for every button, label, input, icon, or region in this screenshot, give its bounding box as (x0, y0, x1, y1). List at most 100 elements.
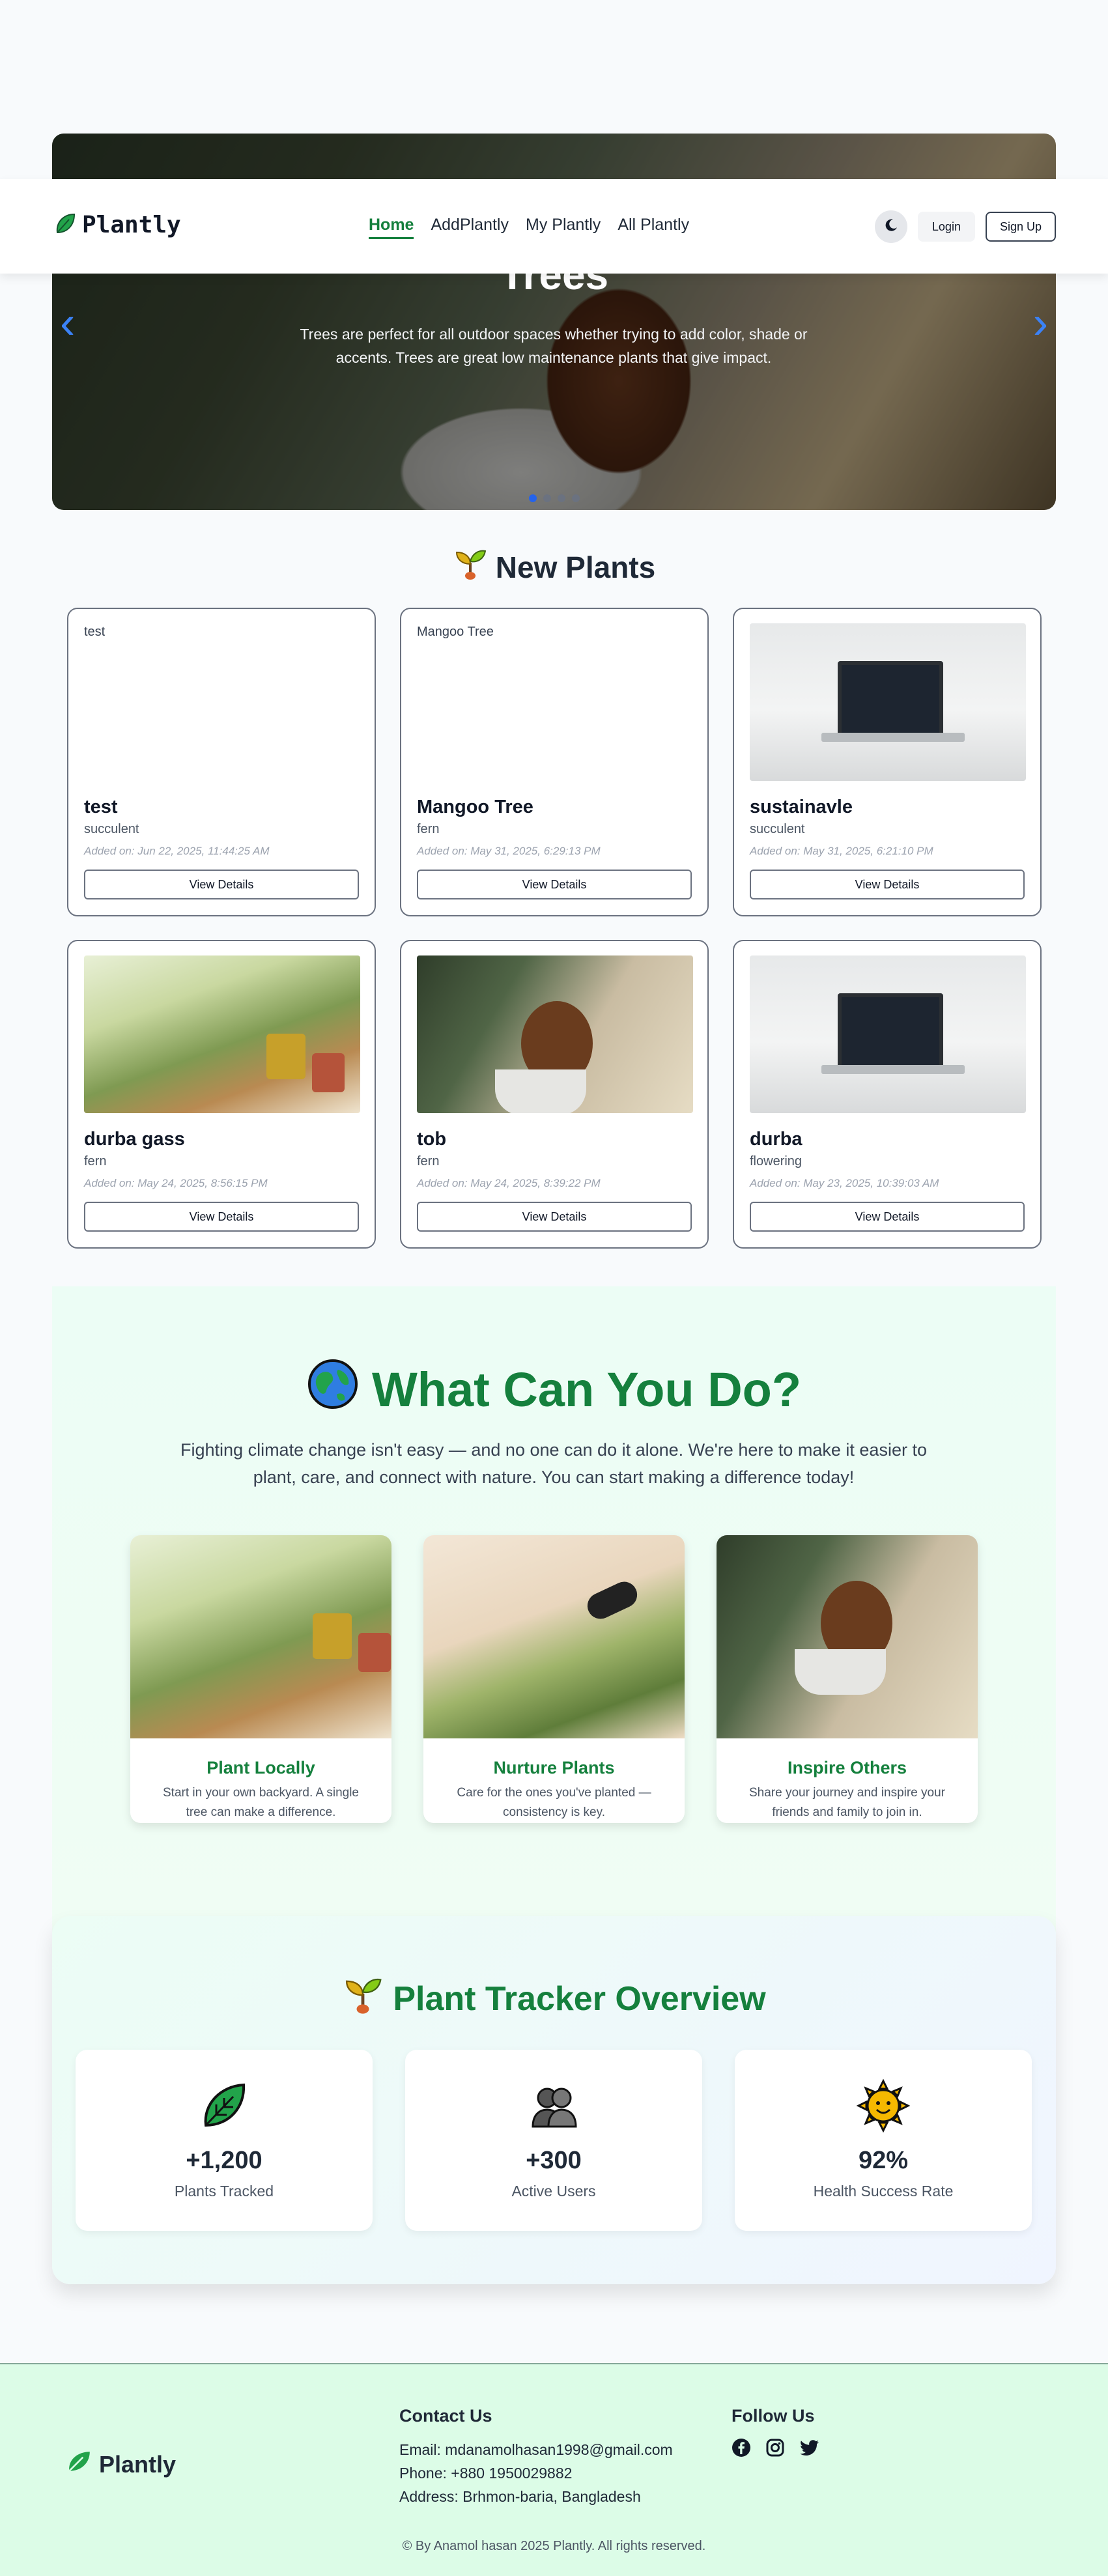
facebook-icon[interactable] (732, 2438, 751, 2461)
plant-type: succulent (84, 822, 139, 836)
stat-label: Health Success Rate (813, 2183, 954, 2200)
plant-date: Added on: May 31, 2025, 6:21:10 PM (750, 845, 933, 857)
section-title: Plant Tracker Overview (393, 1979, 766, 2018)
view-details-button[interactable]: View Details (750, 1202, 1025, 1232)
plant-date: Added on: May 31, 2025, 6:29:13 PM (417, 845, 601, 857)
stat-value: +1,200 (186, 2147, 263, 2174)
plant-type: fern (417, 1154, 440, 1168)
footer-brand[interactable]: Plantly (65, 2448, 176, 2481)
action-image (717, 1535, 978, 1738)
login-button[interactable]: Login (917, 212, 975, 242)
action-title: Nurture Plants (493, 1758, 615, 1777)
action-title: Inspire Others (787, 1758, 907, 1777)
view-details-button[interactable]: View Details (84, 1202, 359, 1232)
sun-icon (856, 2078, 911, 2136)
plant-date: Added on: May 24, 2025, 8:56:15 PM (84, 1177, 268, 1189)
plant-image-broken: Mangoo Tree (417, 625, 494, 639)
what-can-you-do-heading: What Can You Do? (52, 1358, 1056, 1421)
signup-button[interactable]: Sign Up (985, 212, 1056, 242)
stat-card: 92% Health Success Rate (735, 2050, 1032, 2231)
copyright-text: © By Anamol hasan 2025 Plantly. All righ… (402, 2539, 706, 2553)
nav-link-add-plantly[interactable]: AddPlantly (431, 216, 509, 239)
leaf-icon (52, 210, 78, 240)
action-description: Care for the ones you've planted — consi… (457, 1786, 651, 1819)
action-description: Share your journey and inspire your frie… (748, 1786, 945, 1819)
section-title: What Can You Do? (371, 1363, 802, 1417)
nav-actions: Login Sign Up (874, 210, 1056, 243)
carousel-dots (52, 494, 1056, 502)
stat-label: Active Users (511, 2183, 596, 2200)
seedling-icon (453, 546, 488, 588)
section-title: New Plants (495, 550, 656, 584)
brand-logo[interactable]: Plantly (52, 210, 181, 240)
plant-image-broken: test (84, 625, 106, 639)
stat-card: +300 Active Users (405, 2050, 702, 2231)
view-details-button[interactable]: View Details (84, 870, 359, 899)
contact-email: Email: mdanamolhasan1998@gmail.com (399, 2441, 673, 2458)
plant-name: tob (417, 1129, 447, 1150)
footer-brand-name: Plantly (99, 2450, 177, 2478)
plant-date: Added on: May 23, 2025, 10:39:03 AM (750, 1177, 939, 1189)
footer-contact: Contact Us Email: mdanamolhasan1998@gmai… (399, 2406, 673, 2508)
brand-name: Plantly (82, 212, 181, 238)
leaf-icon (197, 2083, 251, 2136)
plant-date: Added on: May 24, 2025, 8:39:22 PM (417, 1177, 601, 1189)
view-details-button[interactable]: View Details (750, 870, 1025, 899)
plant-tracker-section: Plant Tracker Overview +1,200 Plants Tra… (52, 1916, 1056, 2284)
instagram-icon[interactable] (765, 2438, 785, 2461)
footer-follow: Follow Us (732, 2406, 820, 2461)
hero-description: Trees are perfect for all outdoor spaces… (300, 326, 808, 366)
users-icon (526, 2088, 581, 2136)
plant-name: durba gass (84, 1129, 185, 1150)
plant-card: tob fern Added on: May 24, 2025, 8:39:22… (400, 940, 709, 1249)
view-details-button[interactable]: View Details (417, 870, 692, 899)
plant-card: test test succulent Added on: Jun 22, 20… (67, 608, 376, 916)
plant-image (750, 623, 1026, 781)
carousel-dot[interactable] (543, 494, 551, 502)
carousel-dot[interactable] (528, 494, 537, 502)
moon-icon (883, 218, 899, 236)
carousel-dot[interactable] (557, 494, 565, 502)
contact-address: Address: Brhmon-baria, Bangladesh (399, 2488, 641, 2505)
nav-links: Home AddPlantly My Plantly All Plantly (369, 216, 689, 239)
plant-card: Mangoo Tree Mangoo Tree fern Added on: M… (400, 608, 709, 916)
social-links (732, 2438, 820, 2461)
new-plants-heading: New Plants (0, 546, 1108, 588)
action-card: Plant Locally Start in your own backyard… (130, 1535, 391, 1823)
plant-image (84, 955, 360, 1113)
stat-label: Plants Tracked (174, 2183, 274, 2200)
plant-type: succulent (750, 822, 805, 836)
view-details-button[interactable]: View Details (417, 1202, 692, 1232)
contact-heading: Contact Us (399, 2406, 492, 2426)
plant-name: test (84, 797, 118, 817)
theme-toggle-button[interactable] (874, 210, 907, 243)
plant-image (750, 955, 1026, 1113)
action-image (423, 1535, 685, 1738)
plant-name: Mangoo Tree (417, 797, 533, 817)
stat-card: +1,200 Plants Tracked (76, 2050, 373, 2231)
carousel-next-arrow-icon[interactable]: › (1033, 300, 1048, 345)
carousel-dot[interactable] (571, 494, 580, 502)
carousel-prev-arrow-icon[interactable]: ‹ (60, 300, 75, 345)
footer: Plantly Contact Us Email: mdanamolhasan1… (0, 2363, 1108, 2576)
navbar: Plantly Home AddPlantly My Plantly All P… (0, 179, 1108, 274)
plant-type: fern (84, 1154, 107, 1168)
action-description: Start in your own backyard. A single tre… (163, 1786, 359, 1819)
action-title: Plant Locally (206, 1758, 315, 1777)
stat-value: 92% (858, 2147, 909, 2174)
action-card: Nurture Plants Care for the ones you've … (423, 1535, 685, 1823)
plant-type: flowering (750, 1154, 803, 1168)
nav-link-my-plantly[interactable]: My Plantly (526, 216, 601, 239)
follow-heading: Follow Us (732, 2406, 815, 2426)
what-can-you-do-description: Fighting climate change isn't easy — and… (180, 1440, 927, 1487)
nav-link-all-plantly[interactable]: All Plantly (618, 216, 689, 239)
plant-name: durba (750, 1129, 803, 1150)
plant-type: fern (417, 822, 440, 836)
plant-image (417, 955, 693, 1113)
plant-date: Added on: Jun 22, 2025, 11:44:25 AM (84, 845, 270, 857)
action-card: Inspire Others Share your journey and in… (717, 1535, 978, 1823)
plant-card: durba gass fern Added on: May 24, 2025, … (67, 940, 376, 1249)
twitter-icon[interactable] (799, 2438, 820, 2461)
nav-link-home[interactable]: Home (369, 216, 414, 239)
seedling-icon (342, 1974, 384, 2024)
